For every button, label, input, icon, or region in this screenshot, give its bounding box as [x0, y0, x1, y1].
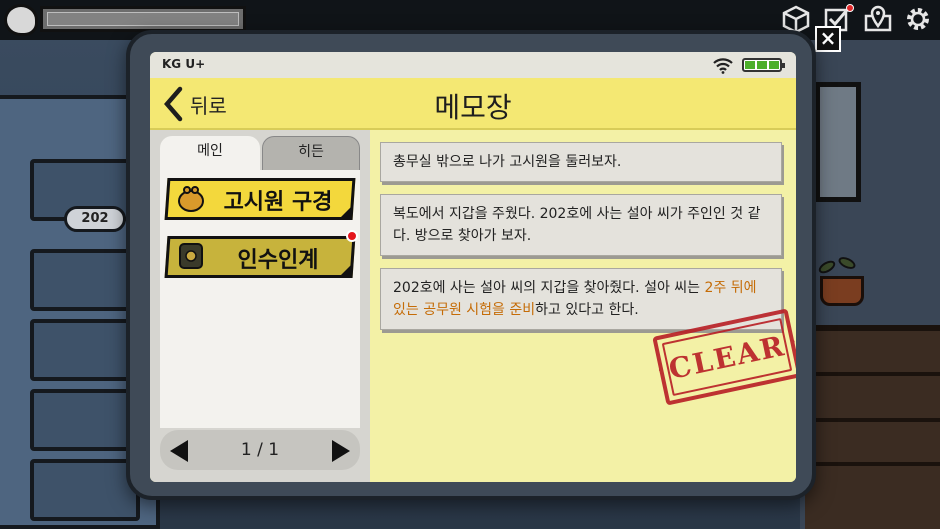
quest-item-goshiwon-tour[interactable]: 고시원 구경 — [164, 178, 356, 220]
shelf-board — [810, 462, 940, 466]
memo-header: 뒤로 메모장 — [150, 78, 796, 130]
next-page-button[interactable] — [332, 440, 350, 462]
status-gauge — [40, 6, 246, 32]
new-badge-dot — [346, 230, 358, 242]
memo-note-text: 복도에서 지갑을 주웠다. 202호에 사는 설아 씨가 주인인 것 같다. 방… — [393, 206, 761, 244]
notification-dot — [846, 4, 854, 12]
map-pin-icon[interactable] — [862, 4, 894, 36]
quest-label: 인수인계 — [237, 248, 319, 273]
battery-icon — [742, 58, 785, 72]
player-portrait-icon[interactable] — [4, 4, 38, 36]
plant-pot — [820, 276, 864, 306]
shelf-board — [810, 418, 940, 422]
memo-note-text: 총무실 밖으로 나가 고시원을 둘러보자. — [393, 154, 622, 170]
quest-list: 고시원 구경 인수인계 — [160, 170, 360, 428]
document-icon — [179, 243, 203, 269]
pagination: 1 / 1 — [160, 430, 360, 470]
memo-note: 복도에서 지갑을 주웠다. 202호에 사는 설아 씨가 주인인 것 같다. 방… — [380, 194, 782, 256]
memo-note-text: 하고 있다고 한다. — [535, 302, 639, 318]
tab-hidden[interactable]: 히든 — [262, 136, 360, 170]
battery-cell — [769, 61, 779, 69]
page-indicator: 1 / 1 — [240, 440, 280, 460]
quest-sidebar: 메인 히든 고시원 구경 인수인계 1 / 1 — [150, 130, 370, 482]
gear-icon-graphic — [907, 8, 929, 30]
map-pin-icon-graphic — [864, 5, 892, 32]
quest-label: 고시원 구경 — [223, 190, 333, 215]
door-panel — [30, 249, 140, 311]
status-gauge-fill — [47, 12, 239, 26]
settings-gear-icon[interactable] — [902, 4, 934, 36]
memo-content: 총무실 밖으로 나가 고시원을 둘러보자. 복도에서 지갑을 주웠다. 202호… — [370, 130, 796, 482]
door-panel — [30, 319, 140, 381]
tab-bar: 메인 히든 — [160, 136, 360, 170]
quest-corner-marker — [340, 206, 352, 218]
door-panel — [30, 459, 140, 521]
phone-status-bar: KG U+ — [150, 52, 796, 78]
page-title: 메모장 — [434, 91, 512, 124]
quest-item-handover[interactable]: 인수인계 — [164, 236, 356, 278]
memo-note-text: 202호에 사는 설아 씨의 지갑을 찾아줬다. 설아 씨는 — [393, 280, 705, 296]
memo-note: 202호에 사는 설아 씨의 지갑을 찾아줬다. 설아 씨는 2주 뒤에 있는 … — [380, 268, 782, 330]
door-panel — [30, 389, 140, 451]
shelf-board — [810, 372, 940, 376]
stamp-dot: • — [787, 334, 796, 352]
tablet-screen: KG U+ 뒤로 메모장 메인 히든 고시원 구경 인수인계 1 / 1 총무실… — [150, 52, 796, 482]
close-button[interactable]: × — [815, 26, 841, 52]
wifi-icon — [713, 58, 733, 74]
window-frame — [815, 82, 861, 202]
tablet-device: KG U+ 뒤로 메모장 메인 히든 고시원 구경 인수인계 1 / 1 총무실… — [126, 30, 816, 500]
tab-main[interactable]: 메인 — [160, 136, 260, 170]
carrier-label: KG U+ — [162, 57, 206, 71]
quest-corner-marker — [340, 264, 352, 276]
shoe-shelf — [805, 325, 940, 529]
memo-note: 총무실 밖으로 나가 고시원을 둘러보자. — [380, 142, 782, 182]
coin-purse-icon — [178, 186, 204, 212]
room-number-plate: 202 — [64, 206, 126, 232]
battery-cell — [757, 61, 767, 69]
battery-cell — [745, 61, 755, 69]
